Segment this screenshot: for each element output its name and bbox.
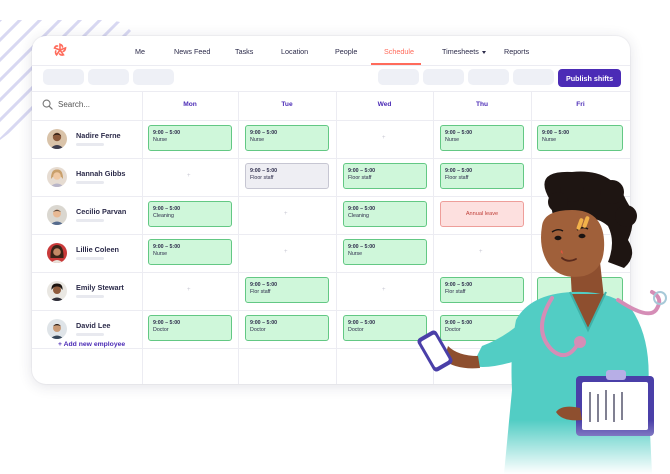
toolbar-filter-3[interactable] <box>133 69 174 85</box>
shift-role: Doctor <box>153 327 169 333</box>
toolbar-action-3[interactable] <box>468 69 509 85</box>
shift-time: 9:00 – 5:00 <box>250 320 278 326</box>
top-nav: Me News Feed Tasks Location People Sched… <box>32 36 630 66</box>
nav-timesheets[interactable]: Timesheets <box>442 47 486 56</box>
employee-name: Lillie Coleen <box>76 245 119 254</box>
empty-slot-add[interactable]: + <box>382 135 386 141</box>
empty-slot-add[interactable]: + <box>284 211 288 217</box>
publish-shifts-button[interactable]: Publish shifts <box>558 69 621 87</box>
nav-schedule[interactable]: Schedule <box>384 47 414 56</box>
grid-divider <box>142 91 143 384</box>
employee-name: Emily Stewart <box>76 283 124 292</box>
shift-time: 9:00 – 5:00 <box>153 206 181 212</box>
chevron-down-icon <box>481 50 486 54</box>
employee-subtitle-placeholder <box>76 333 104 336</box>
empty-slot-add[interactable]: + <box>187 173 191 179</box>
shift-role: Doctor <box>250 327 266 333</box>
shift-card-pending[interactable]: 9:00 – 5:00 Floor staff <box>245 163 329 189</box>
avatar <box>47 319 67 339</box>
employee-search[interactable]: Search... <box>42 99 90 110</box>
grid-divider <box>32 120 630 121</box>
nav-location[interactable]: Location <box>281 47 308 56</box>
empty-slot-add[interactable]: + <box>187 287 191 293</box>
avatar <box>47 167 67 187</box>
search-icon <box>42 99 53 110</box>
nav-me[interactable]: Me <box>135 47 145 56</box>
shift-role: Cleaning <box>153 213 174 219</box>
shift-role: Nurse <box>250 137 265 143</box>
shift-card[interactable]: 9:00 – 5:00 Flor staff <box>245 277 329 303</box>
add-new-employee-link[interactable]: + Add new employee <box>58 341 125 348</box>
nav-news-feed[interactable]: News Feed <box>174 47 210 56</box>
grid-divider <box>238 91 239 384</box>
avatar <box>47 243 67 263</box>
brand-logo-icon[interactable] <box>52 42 68 58</box>
shift-card[interactable]: 9:00 – 5:00 Nurse <box>537 125 623 151</box>
shift-card[interactable]: 9:00 – 5:00 Nurse <box>440 125 524 151</box>
nav-reports[interactable]: Reports <box>504 47 529 56</box>
shift-time: 9:00 – 5:00 <box>250 168 278 174</box>
toolbar-filter-1[interactable] <box>43 69 84 85</box>
nav-divider <box>32 65 630 66</box>
shift-time: 9:00 – 5:00 <box>153 130 181 136</box>
day-header-fri: Fri <box>576 101 585 108</box>
day-header-thu: Thu <box>475 101 489 108</box>
shift-time: 9:00 – 5:00 <box>250 130 278 136</box>
shift-card[interactable]: 9:00 – 5:00 Nurse <box>148 125 232 151</box>
employee-subtitle-placeholder <box>76 257 104 260</box>
nav-timesheets-label: Timesheets <box>442 47 479 56</box>
shift-time: 9:00 – 5:00 <box>153 244 181 250</box>
toolbar-action-2[interactable] <box>423 69 464 85</box>
day-header-wed: Wed <box>377 101 392 108</box>
search-input[interactable]: Search... <box>58 100 90 109</box>
grid-divider <box>32 91 630 92</box>
empty-slot-add[interactable]: + <box>382 287 386 293</box>
shift-role: Nurse <box>153 251 168 257</box>
shift-card[interactable]: 9:00 – 5:00 Cleaning <box>148 201 232 227</box>
shift-role: Nurse <box>445 137 460 143</box>
shift-time: 9:00 – 5:00 <box>542 130 570 136</box>
day-header-tue: Tue <box>281 101 293 108</box>
toolbar-filter-2[interactable] <box>88 69 129 85</box>
grid-divider <box>336 91 337 384</box>
shift-card[interactable]: 9:00 – 5:00 Doctor <box>148 315 232 341</box>
employee-subtitle-placeholder <box>76 143 104 146</box>
employee-name: Nadire Ferne <box>76 131 121 140</box>
employee-subtitle-placeholder <box>76 181 104 184</box>
shift-role: Floor staff <box>250 175 274 181</box>
employee-subtitle-placeholder <box>76 295 104 298</box>
shift-role: Nurse <box>542 137 557 143</box>
shift-card[interactable]: 9:00 – 5:00 Nurse <box>245 125 329 151</box>
toolbar-action-1[interactable] <box>378 69 419 85</box>
shift-card[interactable]: 9:00 – 5:00 Doctor <box>245 315 329 341</box>
shift-time: 9:00 – 5:00 <box>250 282 278 288</box>
avatar <box>47 205 67 225</box>
avatar <box>47 129 67 149</box>
shift-role: Nurse <box>153 137 168 143</box>
empty-slot-add[interactable]: + <box>284 249 288 255</box>
shift-time: 9:00 – 5:00 <box>445 130 473 136</box>
day-header-mon: Mon <box>183 101 197 108</box>
employee-name: Cecilio Parvan <box>76 207 127 216</box>
nurse-illustration <box>417 171 667 474</box>
employee-name: David Lee <box>76 321 111 330</box>
grid-divider <box>32 158 630 159</box>
toolbar-action-4[interactable] <box>513 69 554 85</box>
employee-subtitle-placeholder <box>76 219 104 222</box>
shift-role: Flor staff <box>250 289 271 295</box>
shift-time: 9:00 – 5:00 <box>153 320 181 326</box>
nav-people[interactable]: People <box>335 47 357 56</box>
employee-name: Hannah Gibbs <box>76 169 126 178</box>
nav-tasks[interactable]: Tasks <box>235 47 253 56</box>
shift-card[interactable]: 9:00 – 5:00 Nurse <box>148 239 232 265</box>
avatar <box>47 281 67 301</box>
